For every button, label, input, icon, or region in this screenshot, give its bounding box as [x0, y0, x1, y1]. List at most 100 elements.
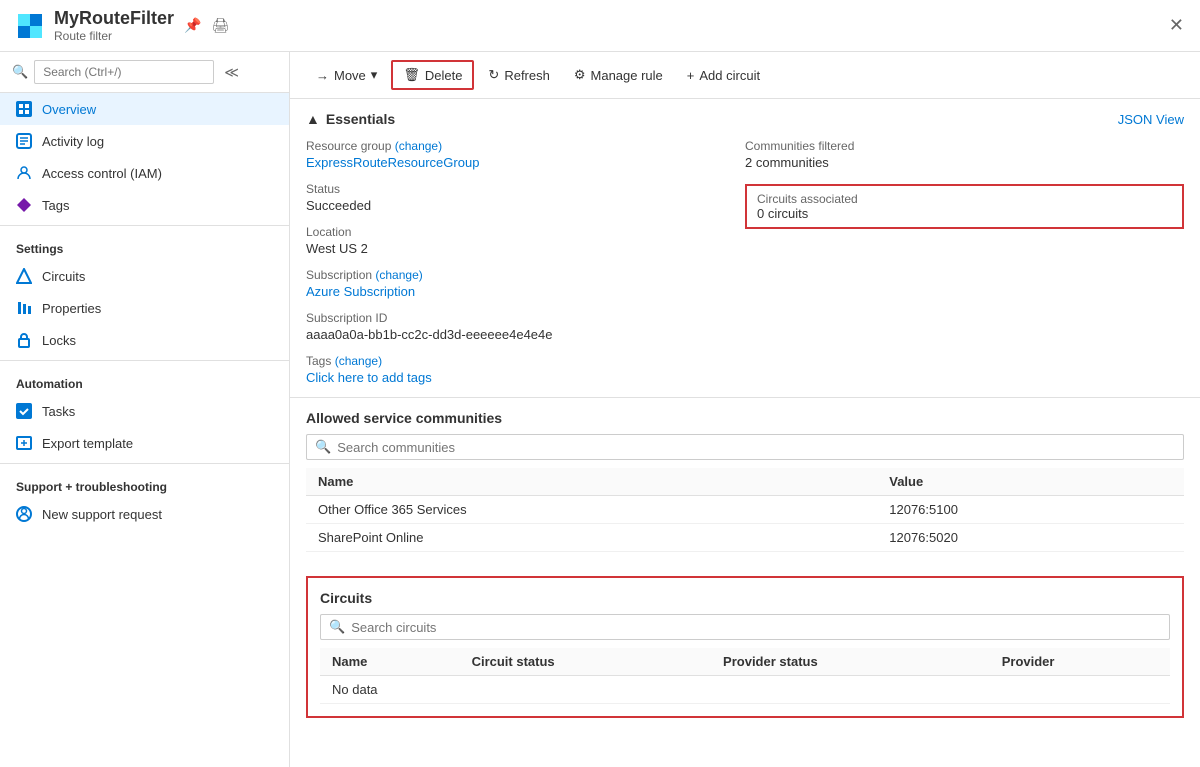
- new-support-icon: [16, 506, 32, 522]
- delete-icon: 🗑: [403, 67, 420, 83]
- sidebar-item-overview[interactable]: Overview: [0, 93, 289, 125]
- sidebar-item-activity-log-label: Activity log: [42, 134, 104, 149]
- sidebar-item-properties[interactable]: Properties: [0, 292, 289, 324]
- tags-value-link[interactable]: Click here to add tags: [306, 370, 745, 385]
- sidebar-item-circuits[interactable]: Circuits: [0, 260, 289, 292]
- tasks-icon: [16, 403, 32, 419]
- properties-icon: [16, 300, 32, 316]
- search-icon: 🔍: [12, 64, 28, 80]
- circuits-search-input[interactable]: [351, 620, 1161, 635]
- sidebar-item-locks-label: Locks: [42, 333, 76, 348]
- sidebar-search-container: 🔍 ≪: [0, 52, 289, 93]
- circuits-section-title: Circuits: [320, 590, 1170, 606]
- delete-button[interactable]: 🗑 Delete: [391, 60, 474, 90]
- toolbar: → Move ▾ 🗑 Delete ↻ Refresh ⚙ Manage rul…: [290, 52, 1200, 99]
- essentials-section: ▲ Essentials JSON View Resource group (c…: [290, 99, 1200, 398]
- circuits-section: Circuits 🔍 Name Circuit status Provider …: [306, 576, 1184, 718]
- page-subtitle: Route filter: [54, 29, 174, 43]
- sidebar-item-activity-log[interactable]: Activity log: [0, 125, 289, 157]
- sidebar-item-new-support-label: New support request: [42, 507, 162, 522]
- circuits-associated-field: Circuits associated 0 circuits: [745, 182, 1184, 229]
- subscription-change-link[interactable]: (change): [375, 268, 422, 282]
- communities-table: Name Value Other Office 365 Services 120…: [306, 468, 1184, 552]
- resource-group-field: Resource group (change) ExpressRouteReso…: [306, 139, 745, 170]
- location-field: Location West US 2: [306, 225, 745, 256]
- communities-filtered-field: Communities filtered 2 communities: [745, 139, 1184, 170]
- communities-row-value: 12076:5020: [877, 524, 1184, 552]
- add-circuit-icon: +: [687, 68, 695, 83]
- sidebar-item-properties-label: Properties: [42, 301, 101, 316]
- support-section-title: Support + troubleshooting: [0, 468, 289, 498]
- circuits-icon: [16, 268, 32, 284]
- move-chevron-icon: ▾: [371, 67, 378, 83]
- tags-field: Tags (change) Click here to add tags: [306, 354, 745, 385]
- circuits-col-circuit-status: Circuit status: [460, 648, 711, 676]
- circuits-no-data: No data: [320, 676, 1170, 704]
- essentials-collapse-icon[interactable]: ▲: [306, 111, 320, 127]
- tags-change-link[interactable]: (change): [335, 354, 382, 368]
- communities-search-box: 🔍: [306, 434, 1184, 460]
- resource-group-value-link[interactable]: ExpressRouteResourceGroup: [306, 155, 745, 170]
- sidebar-item-access-control-label: Access control (IAM): [42, 166, 162, 181]
- sidebar-item-export-template-label: Export template: [42, 436, 133, 451]
- circuits-col-provider-status: Provider status: [711, 648, 990, 676]
- resource-group-change-link[interactable]: (change): [395, 139, 442, 153]
- pin-icon[interactable]: 📌: [184, 17, 201, 34]
- communities-col-name: Name: [306, 468, 877, 496]
- sidebar-item-tasks-label: Tasks: [42, 404, 75, 419]
- status-field: Status Succeeded: [306, 182, 745, 213]
- allowed-communities-section: Allowed service communities 🔍 Name Value…: [290, 398, 1200, 564]
- sidebar-item-export-template[interactable]: Export template: [0, 427, 289, 459]
- page-title: MyRouteFilter: [54, 8, 174, 29]
- circuits-no-data-row: No data: [320, 676, 1170, 704]
- manage-rule-button[interactable]: ⚙ Manage rule: [564, 62, 673, 88]
- collapse-sidebar-btn[interactable]: ≪: [224, 64, 239, 81]
- communities-search-icon: 🔍: [315, 439, 331, 455]
- communities-search-input[interactable]: [337, 440, 1175, 455]
- communities-col-value: Value: [877, 468, 1184, 496]
- circuits-col-provider: Provider: [990, 648, 1170, 676]
- settings-section-title: Settings: [0, 230, 289, 260]
- move-icon: →: [316, 68, 329, 83]
- add-circuit-button[interactable]: + Add circuit: [677, 63, 770, 88]
- circuits-associated-box: Circuits associated 0 circuits: [745, 184, 1184, 229]
- sidebar-item-tags-label: Tags: [42, 198, 69, 213]
- access-control-icon: [16, 165, 32, 181]
- sidebar-item-tasks[interactable]: Tasks: [0, 395, 289, 427]
- subscription-id-field: Subscription ID aaaa0a0a-bb1b-cc2c-dd3d-…: [306, 311, 745, 342]
- circuits-search-icon: 🔍: [329, 619, 345, 635]
- sidebar-item-locks[interactable]: Locks: [0, 324, 289, 356]
- print-icon[interactable]: 🖨: [211, 17, 229, 34]
- allowed-communities-title: Allowed service communities: [306, 410, 1184, 426]
- json-view-link[interactable]: JSON View: [1118, 112, 1184, 127]
- move-button[interactable]: → Move ▾: [306, 62, 387, 88]
- automation-section-title: Automation: [0, 365, 289, 395]
- overview-icon: [16, 101, 32, 117]
- route-filter-icon: [16, 12, 44, 40]
- communities-row-name: Other Office 365 Services: [306, 496, 877, 524]
- communities-table-row: Other Office 365 Services 12076:5100: [306, 496, 1184, 524]
- search-input[interactable]: [34, 60, 214, 84]
- circuits-table: Name Circuit status Provider status Prov…: [320, 648, 1170, 704]
- subscription-field: Subscription (change) Azure Subscription: [306, 268, 745, 299]
- locks-icon: [16, 332, 32, 348]
- sidebar-item-overview-label: Overview: [42, 102, 96, 117]
- sidebar-item-access-control[interactable]: Access control (IAM): [0, 157, 289, 189]
- tags-icon: [16, 197, 32, 213]
- content-area: → Move ▾ 🗑 Delete ↻ Refresh ⚙ Manage rul…: [290, 52, 1200, 767]
- sidebar-item-circuits-label: Circuits: [42, 269, 85, 284]
- communities-row-value: 12076:5100: [877, 496, 1184, 524]
- export-template-icon: [16, 435, 32, 451]
- refresh-button[interactable]: ↻ Refresh: [478, 62, 559, 88]
- close-icon[interactable]: ✕: [1169, 15, 1184, 36]
- subscription-value-link[interactable]: Azure Subscription: [306, 284, 745, 299]
- communities-row-name: SharePoint Online: [306, 524, 877, 552]
- refresh-icon: ↻: [488, 67, 499, 83]
- communities-table-row: SharePoint Online 12076:5020: [306, 524, 1184, 552]
- circuits-col-name: Name: [320, 648, 460, 676]
- sidebar-item-new-support[interactable]: New support request: [0, 498, 289, 530]
- title-bar: MyRouteFilter Route filter 📌 🖨 ✕: [0, 0, 1200, 52]
- activity-log-icon: [16, 133, 32, 149]
- sidebar-item-tags[interactable]: Tags: [0, 189, 289, 221]
- circuits-search-box: 🔍: [320, 614, 1170, 640]
